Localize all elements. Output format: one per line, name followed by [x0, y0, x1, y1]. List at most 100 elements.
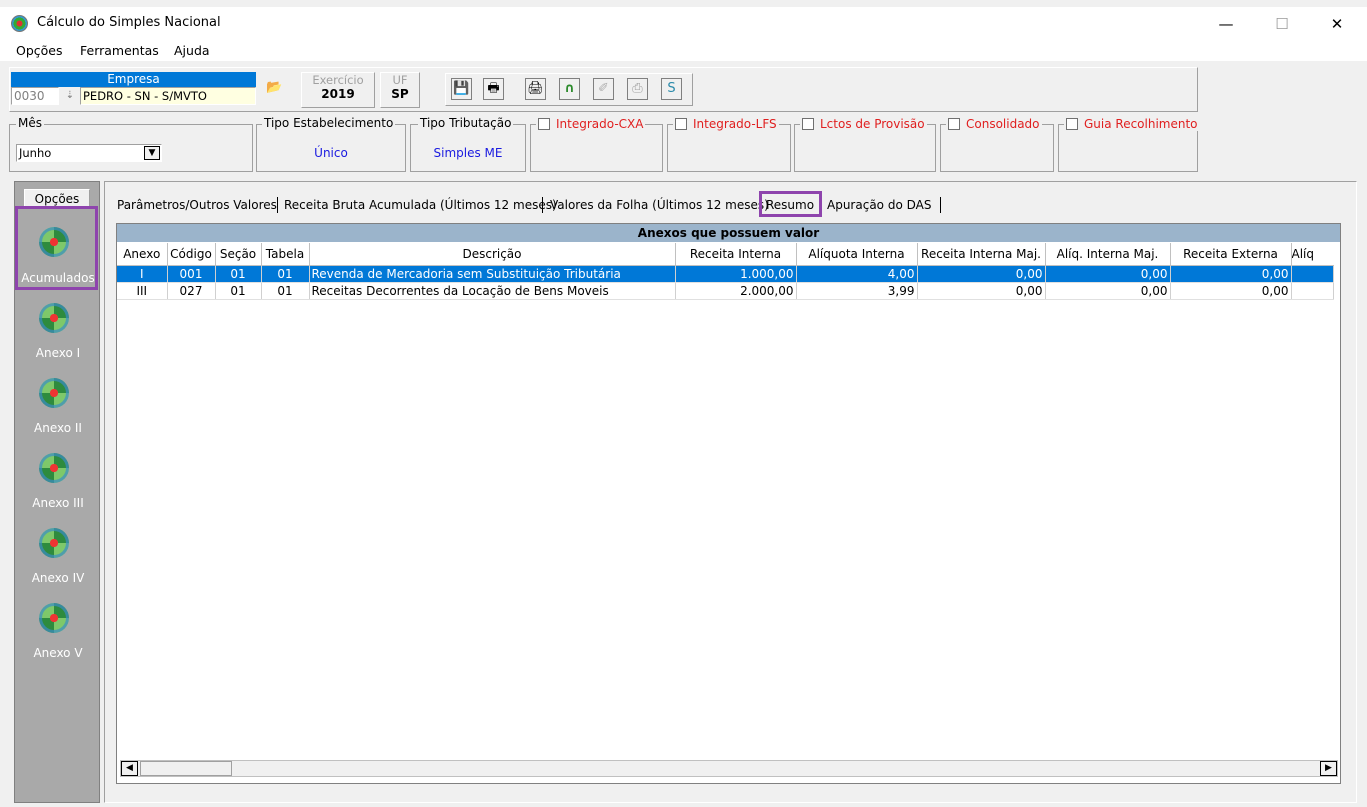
chevron-down-icon[interactable]: ▼	[144, 146, 160, 160]
tab-valores-folha[interactable]: Valores da Folha (Últimos 12 meses)	[550, 195, 769, 215]
cell-receita-interna[interactable]: 1.000,00	[675, 265, 797, 283]
integrado-cxa-checkbox[interactable]: Integrado-CXA	[536, 117, 646, 131]
col-header[interactable]: Receita Externa	[1170, 243, 1292, 266]
lctos-provisao-checkbox[interactable]: Lctos de Provisão	[800, 117, 927, 131]
highlight-acumulados	[15, 206, 98, 290]
col-header[interactable]: Descrição	[309, 243, 676, 266]
col-header[interactable]: Tabela	[261, 243, 310, 266]
table-row[interactable]: I 001 01 01 Revenda de Mercadoria sem Su…	[117, 265, 1334, 283]
col-header[interactable]: Anexo	[117, 243, 168, 266]
cell-descricao[interactable]: Revenda de Mercadoria sem Substituição T…	[309, 265, 676, 283]
print-icon[interactable]: 🖶	[483, 78, 504, 100]
cell-aliquota-interna[interactable]: 3,99	[796, 282, 918, 300]
menu-ajuda[interactable]: Ajuda	[174, 43, 210, 58]
spin-down-icon[interactable]: ⇣	[61, 88, 79, 104]
cell-tabela[interactable]: 01	[261, 282, 310, 300]
cell-receita-externa[interactable]: 0,00	[1170, 282, 1292, 300]
checkbox-icon[interactable]	[1066, 118, 1078, 130]
sidebar-item-label: Anexo II	[34, 421, 82, 435]
anexos-table: Anexo Código Seção Tabela Descrição Rece…	[117, 243, 1334, 300]
integrado-lfs-checkbox[interactable]: Integrado-LFS	[673, 117, 779, 131]
exercicio-label: Exercício	[312, 73, 364, 87]
empresa-code-field[interactable]: 0030	[11, 87, 59, 105]
cell-secao[interactable]: 01	[215, 265, 262, 283]
scroll-left-icon[interactable]: ◀	[121, 761, 138, 776]
mes-select[interactable]: Junho	[16, 144, 162, 162]
menu-bar: Opções Ferramentas Ajuda	[0, 39, 1367, 61]
cell-tabela[interactable]: 01	[261, 265, 310, 283]
col-header[interactable]: Alíq. Interna Maj.	[1045, 243, 1171, 266]
scroll-thumb[interactable]	[140, 761, 232, 776]
sphere-icon	[39, 378, 69, 408]
guia-recolhimento-label: Guia Recolhimento	[1084, 117, 1198, 131]
integrado-cxa-label: Integrado-CXA	[556, 117, 644, 131]
cell-descricao[interactable]: Receitas Decorrentes da Locação de Bens …	[309, 282, 676, 300]
export-icon[interactable]: ⎙	[627, 78, 648, 100]
cell-anexo[interactable]: III	[117, 282, 168, 300]
col-header[interactable]: Receita Interna	[675, 243, 797, 266]
guia-recolhimento-checkbox[interactable]: Guia Recolhimento	[1064, 117, 1200, 131]
sidebar-item-anexo-iii[interactable]: Anexo III	[15, 444, 101, 516]
minimize-button[interactable]: —	[1203, 11, 1249, 37]
horizontal-scrollbar[interactable]: ◀ ▶	[120, 760, 1338, 777]
guia-recolhimento-group	[1058, 124, 1198, 172]
cell-aliq-interna-maj[interactable]: 0,00	[1045, 265, 1171, 283]
sidebar-item-anexo-iv[interactable]: Anexo IV	[15, 519, 101, 591]
sign-icon[interactable]: ✐	[593, 78, 614, 100]
consolidado-checkbox[interactable]: Consolidado	[946, 117, 1042, 131]
menu-ferramentas[interactable]: Ferramentas	[80, 43, 159, 58]
tab-parametros[interactable]: Parâmetros/Outros Valores	[117, 195, 277, 215]
window-title: Cálculo do Simples Nacional	[37, 15, 221, 30]
sphere-icon	[39, 528, 69, 558]
cell-receita-externa[interactable]: 0,00	[1170, 265, 1292, 283]
sidebar-item-anexo-v[interactable]: Anexo V	[15, 594, 101, 666]
save-icon[interactable]: 💾	[451, 78, 472, 100]
sidebar-item-label: Anexo III	[32, 496, 84, 510]
cell-aliquota-interna[interactable]: 4,00	[796, 265, 918, 283]
mes-label: Mês	[16, 116, 44, 130]
cell-anexo[interactable]: I	[117, 265, 168, 283]
col-header[interactable]: Alíquota Interna	[796, 243, 918, 266]
consolidado-label: Consolidado	[966, 117, 1040, 131]
checkbox-icon[interactable]	[675, 118, 687, 130]
col-header[interactable]: Alíq	[1291, 243, 1333, 266]
scroll-right-icon[interactable]: ▶	[1320, 761, 1337, 776]
uf-label: UF	[392, 73, 408, 87]
integrado-lfs-group	[667, 124, 791, 172]
cell-receita-interna-maj[interactable]: 0,00	[917, 265, 1046, 283]
sidebar-item-anexo-i[interactable]: Anexo I	[15, 294, 101, 366]
integrado-lfs-label: Integrado-LFS	[693, 117, 777, 131]
tipo-estabelecimento-label: Tipo Estabelecimento	[262, 116, 396, 130]
col-header[interactable]: Receita Interna Maj.	[917, 243, 1046, 266]
grid-caption: Anexos que possuem valor	[117, 224, 1340, 242]
cell-receita-interna-maj[interactable]: 0,00	[917, 282, 1046, 300]
maximize-button[interactable]: ☐	[1259, 11, 1305, 37]
tab-receita-bruta[interactable]: Receita Bruta Acumulada (Últimos 12 mese…	[284, 195, 557, 215]
menu-opcoes[interactable]: Opções	[16, 43, 63, 58]
cell-aliq-interna-maj[interactable]: 0,00	[1045, 282, 1171, 300]
checkbox-icon[interactable]	[538, 118, 550, 130]
checkbox-icon[interactable]	[802, 118, 814, 130]
exercicio-value: 2019	[321, 87, 355, 101]
col-header[interactable]: Seção	[215, 243, 262, 266]
cell-codigo[interactable]: 001	[167, 265, 216, 283]
cell-aliq[interactable]	[1291, 265, 1334, 283]
uf-box: UF SP	[380, 72, 420, 108]
close-button[interactable]: ✕	[1314, 11, 1360, 37]
tipo-estabelecimento-value: Único	[314, 146, 348, 160]
open-folder-icon[interactable]: 📂	[264, 78, 285, 100]
tab-apuracao-das[interactable]: Apuração do DAS	[827, 195, 931, 215]
print-preview-icon[interactable]: 🖨	[525, 78, 546, 100]
checkbox-icon[interactable]	[948, 118, 960, 130]
refresh-icon[interactable]: S	[661, 78, 682, 100]
cell-receita-interna[interactable]: 2.000,00	[675, 282, 797, 300]
cell-aliq[interactable]	[1291, 282, 1334, 300]
cell-codigo[interactable]: 027	[167, 282, 216, 300]
sphere-icon	[39, 603, 69, 633]
empresa-name-field[interactable]: PEDRO - SN - S/MVTO	[80, 87, 256, 105]
col-header[interactable]: Código	[167, 243, 216, 266]
table-row[interactable]: III 027 01 01 Receitas Decorrentes da Lo…	[117, 282, 1334, 300]
sidebar-item-anexo-ii[interactable]: Anexo II	[15, 369, 101, 441]
cell-secao[interactable]: 01	[215, 282, 262, 300]
headset-icon[interactable]: ∩	[559, 78, 580, 100]
